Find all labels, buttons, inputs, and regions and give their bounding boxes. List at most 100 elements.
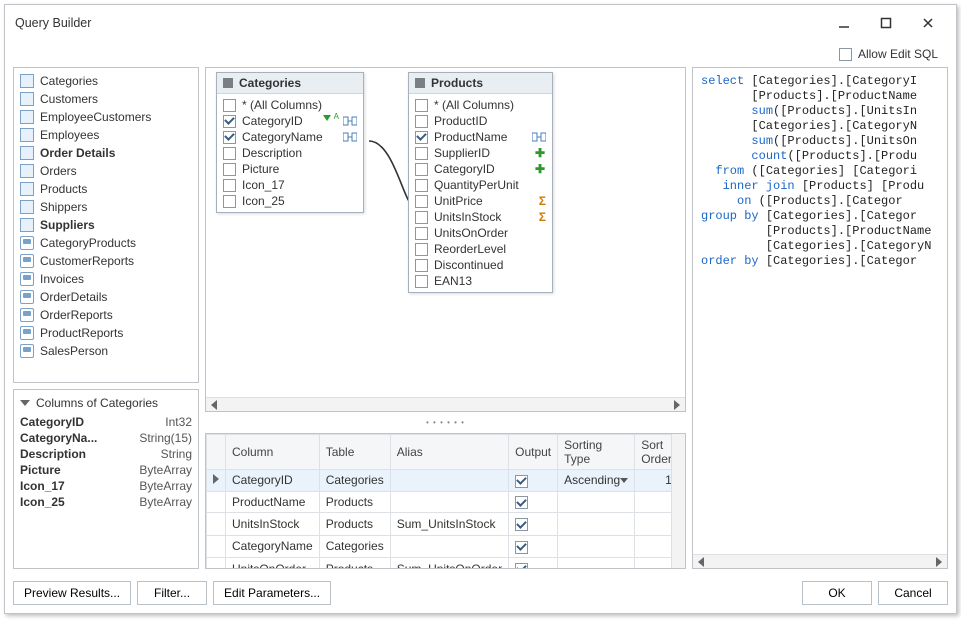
scroll-left-icon[interactable]: [695, 557, 707, 567]
table-list-item[interactable]: Orders: [14, 162, 198, 180]
diagram-column[interactable]: Icon_17: [221, 177, 359, 193]
cell-sorting-type[interactable]: Ascending: [558, 470, 635, 492]
column-checkbox[interactable]: [415, 163, 428, 176]
column-checkbox[interactable]: [415, 147, 428, 160]
close-button[interactable]: [910, 11, 946, 35]
table-list-item[interactable]: Order Details: [14, 144, 198, 162]
cell-column[interactable]: UnitsInStock: [226, 513, 320, 536]
diagram-column[interactable]: ProductName: [413, 129, 548, 145]
cell-sort-order[interactable]: [635, 513, 671, 536]
cell-column[interactable]: CategoryName: [226, 536, 320, 558]
cell-sort-order[interactable]: [635, 491, 671, 513]
maximize-button[interactable]: [868, 11, 904, 35]
diagram-column[interactable]: Icon_25: [221, 193, 359, 209]
diagram-column[interactable]: CategoryName: [221, 129, 359, 145]
grid-checkbox[interactable]: [515, 541, 528, 554]
cell-alias[interactable]: Sum_UnitsOnOrder: [390, 557, 508, 568]
column-checkbox[interactable]: [223, 179, 236, 192]
cell-alias[interactable]: [390, 536, 508, 558]
diagram-column[interactable]: * (All Columns): [413, 97, 548, 113]
cell-output[interactable]: [509, 536, 558, 558]
diagram-column[interactable]: EAN13: [413, 273, 548, 289]
grid-checkbox[interactable]: [515, 496, 528, 509]
diagram-column[interactable]: ProductID: [413, 113, 548, 129]
sql-hscroll[interactable]: [693, 554, 947, 568]
diagram-panel[interactable]: Categories * (All Columns)CategoryIDCate…: [205, 67, 686, 412]
schema-row[interactable]: Icon_25ByteArray: [20, 494, 192, 510]
table-list-item[interactable]: SalesPerson: [14, 342, 198, 360]
preview-results-button[interactable]: Preview Results...: [13, 581, 131, 605]
scroll-right-icon[interactable]: [671, 400, 683, 410]
table-list-item[interactable]: Shippers: [14, 198, 198, 216]
diagram-table-products[interactable]: Products * (All Columns)ProductIDProduct…: [408, 72, 553, 293]
table-list-item[interactable]: ProductReports: [14, 324, 198, 342]
col-header-output[interactable]: Output: [509, 435, 558, 470]
cancel-button[interactable]: Cancel: [878, 581, 948, 605]
ok-button[interactable]: OK: [802, 581, 872, 605]
column-checkbox[interactable]: [223, 163, 236, 176]
cell-alias[interactable]: Sum_UnitsInStock: [390, 513, 508, 536]
cell-output[interactable]: [509, 491, 558, 513]
column-checkbox[interactable]: [223, 147, 236, 160]
table-list-item[interactable]: Invoices: [14, 270, 198, 288]
diagram-table-categories[interactable]: Categories * (All Columns)CategoryIDCate…: [216, 72, 364, 213]
allow-edit-sql-checkbox[interactable]: [839, 48, 852, 61]
columns-grid[interactable]: Column Table Alias Output Sorting Type S…: [206, 434, 671, 568]
chevron-down-icon[interactable]: [620, 478, 628, 483]
column-checkbox[interactable]: [415, 275, 428, 288]
grid-row[interactable]: ProductName Products: [207, 491, 672, 513]
cell-output[interactable]: [509, 513, 558, 536]
col-header-sort-order[interactable]: Sort Order: [635, 435, 671, 470]
cell-table[interactable]: Categories: [319, 470, 390, 492]
filter-button[interactable]: Filter...: [137, 581, 207, 605]
grid-checkbox[interactable]: [515, 475, 528, 488]
grid-checkbox[interactable]: [515, 563, 528, 568]
diagram-column[interactable]: UnitsOnOrder: [413, 225, 548, 241]
diagram-column[interactable]: SupplierID✚: [413, 145, 548, 161]
cell-column[interactable]: ProductName: [226, 491, 320, 513]
diagram-column[interactable]: ReorderLevel: [413, 241, 548, 257]
schema-row[interactable]: Icon_17ByteArray: [20, 478, 192, 494]
diagram-canvas[interactable]: Categories * (All Columns)CategoryIDCate…: [206, 68, 685, 411]
table-list-item[interactable]: Categories: [14, 72, 198, 90]
cell-sorting-type[interactable]: [558, 491, 635, 513]
cell-table[interactable]: Products: [319, 513, 390, 536]
diagram-column[interactable]: Picture: [221, 161, 359, 177]
columns-grid-vscroll[interactable]: [671, 434, 685, 568]
table-list-item[interactable]: OrderDetails: [14, 288, 198, 306]
column-checkbox[interactable]: [415, 115, 428, 128]
scroll-right-icon[interactable]: [933, 557, 945, 567]
grid-row[interactable]: CategoryID Categories Ascending 1: [207, 470, 672, 492]
col-header-column[interactable]: Column: [226, 435, 320, 470]
cell-sorting-type[interactable]: [558, 557, 635, 568]
col-header-alias[interactable]: Alias: [390, 435, 508, 470]
column-checkbox[interactable]: [415, 131, 428, 144]
diagram-column[interactable]: Discontinued: [413, 257, 548, 273]
diagram-column[interactable]: UnitPriceΣ: [413, 193, 548, 209]
grid-row[interactable]: UnitsOnOrder Products Sum_UnitsOnOrder S…: [207, 557, 672, 568]
edit-parameters-button[interactable]: Edit Parameters...: [213, 581, 331, 605]
diagram-column[interactable]: UnitsInStockΣ: [413, 209, 548, 225]
diagram-hscroll[interactable]: [206, 397, 685, 411]
schema-row[interactable]: PictureByteArray: [20, 462, 192, 478]
table-list-item[interactable]: Suppliers: [14, 216, 198, 234]
table-list-panel[interactable]: CategoriesCustomersEmployeeCustomersEmpl…: [13, 67, 199, 383]
diagram-column[interactable]: CategoryID: [221, 113, 359, 129]
splitter-horizontal[interactable]: • • • • • •: [205, 418, 686, 427]
cell-column[interactable]: CategoryID: [226, 470, 320, 492]
scroll-left-icon[interactable]: [208, 400, 220, 410]
cell-sorting-type[interactable]: [558, 513, 635, 536]
column-checkbox[interactable]: [415, 259, 428, 272]
grid-row[interactable]: UnitsInStock Products Sum_UnitsInStock S…: [207, 513, 672, 536]
column-checkbox[interactable]: [415, 179, 428, 192]
cell-sort-order[interactable]: [635, 557, 671, 568]
cell-table[interactable]: Products: [319, 491, 390, 513]
cell-sorting-type[interactable]: [558, 536, 635, 558]
grid-checkbox[interactable]: [515, 518, 528, 531]
column-checkbox[interactable]: [223, 99, 236, 112]
diagram-column[interactable]: * (All Columns): [221, 97, 359, 113]
cell-output[interactable]: [509, 470, 558, 492]
column-checkbox[interactable]: [223, 195, 236, 208]
column-checkbox[interactable]: [415, 99, 428, 112]
cell-sort-order[interactable]: 1: [635, 470, 671, 492]
